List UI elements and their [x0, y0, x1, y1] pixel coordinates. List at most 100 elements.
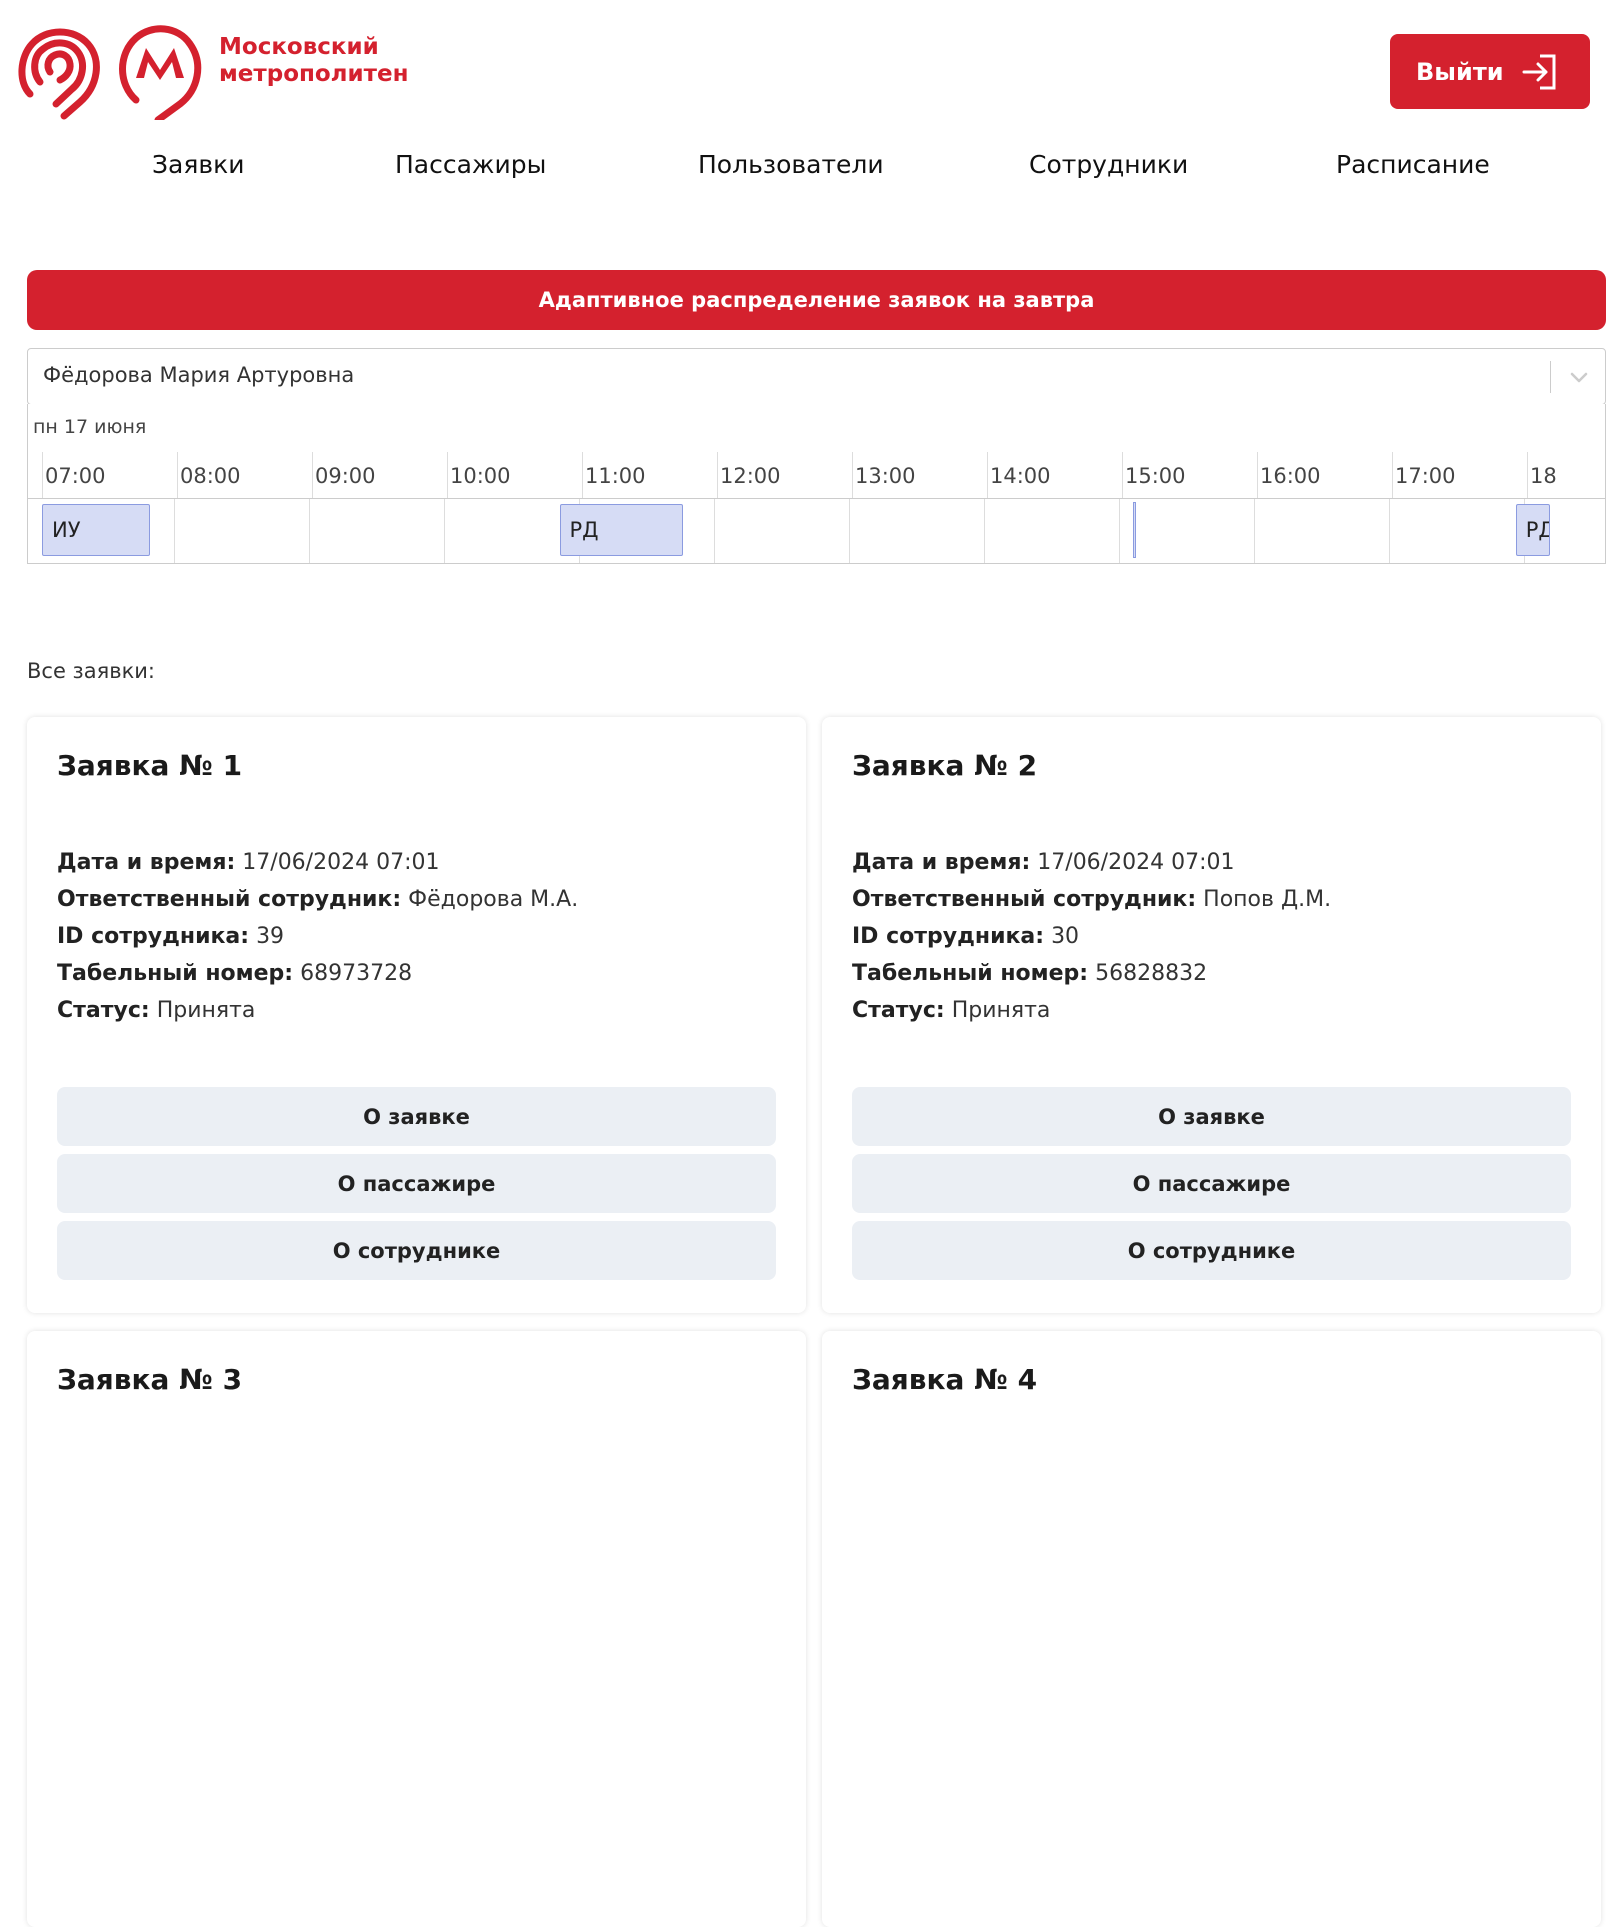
- request-field-tab-number: Табельный номер: 56828832: [852, 955, 1331, 992]
- metro-logo-icon: [18, 28, 100, 120]
- timeline-hour-tick: [1527, 452, 1528, 499]
- timeline-grid-line: [309, 499, 310, 563]
- timeline-event[interactable]: РД: [559, 504, 684, 556]
- about-request-button[interactable]: О заявке: [852, 1087, 1571, 1146]
- timeline-hour-label: 15:00: [1125, 464, 1186, 488]
- field-value: Принята: [951, 998, 1051, 1023]
- request-field-employee: Ответственный сотрудник: Фёдорова М.А.: [57, 881, 578, 918]
- timeline-hour-tick: [1257, 452, 1258, 499]
- nav-item-employees[interactable]: Сотрудники: [1029, 150, 1188, 179]
- employee-select-value: Фёдорова Мария Артуровна: [43, 363, 355, 387]
- about-employee-button[interactable]: О сотруднике: [57, 1221, 776, 1280]
- timeline-grid-line: [984, 499, 985, 563]
- request-card: Заявка № 4: [822, 1331, 1601, 1927]
- timeline-hour-tick: [582, 452, 583, 499]
- timeline-hour-label: 10:00: [450, 464, 511, 488]
- timeline-date: пн 17 июня: [33, 416, 147, 438]
- timeline-hour-tick: [312, 452, 313, 499]
- timeline-grid-line: [1119, 499, 1120, 563]
- timeline-grid-line: [849, 499, 850, 563]
- timeline-grid-line: [714, 499, 715, 563]
- timeline-hour-label: 08:00: [180, 464, 241, 488]
- request-details: Дата и время: 17/06/2024 07:01 Ответствен…: [852, 844, 1331, 1029]
- timeline-hour-tick: [447, 452, 448, 499]
- adaptive-distribution-button[interactable]: Адаптивное распределение заявок на завтр…: [27, 270, 1606, 330]
- brand-line1: Московский: [219, 34, 379, 60]
- chevron-down-icon[interactable]: [1567, 365, 1591, 389]
- metro-m-icon: [119, 25, 202, 120]
- field-label: Ответственный сотрудник:: [852, 887, 1197, 912]
- field-label: Дата и время:: [57, 850, 236, 875]
- timeline-hour-label: 11:00: [585, 464, 646, 488]
- request-field-employee-id: ID сотрудника: 30: [852, 918, 1331, 955]
- timeline-hour-tick: [177, 452, 178, 499]
- field-label: Табельный номер:: [852, 961, 1089, 986]
- field-value: 56828832: [1095, 961, 1208, 986]
- timeline-hour-tick: [717, 452, 718, 499]
- nav-item-schedule[interactable]: Расписание: [1336, 150, 1490, 179]
- schedule-timeline: пн 17 июня 07:00 08:00 09:00 10:00 11:00 12:0…: [27, 404, 1606, 564]
- nav-item-passengers[interactable]: Пассажиры: [395, 150, 546, 179]
- timeline-hour-tick: [1122, 452, 1123, 499]
- request-title: Заявка № 3: [57, 1363, 243, 1396]
- request-card: Заявка № 1 Дата и время: 17/06/2024 07:01…: [27, 717, 806, 1313]
- nav-item-users[interactable]: Пользователи: [698, 150, 884, 179]
- main-nav: Заявки Пассажиры Пользователи Сотрудники…: [0, 150, 1620, 190]
- request-details: Дата и время: 17/06/2024 07:01 Ответствен…: [57, 844, 578, 1029]
- current-time-marker: [1133, 502, 1136, 558]
- field-label: Статус:: [57, 998, 150, 1023]
- request-field-employee-id: ID сотрудника: 39: [57, 918, 578, 955]
- brand-line2: метрополитен: [219, 61, 409, 87]
- field-label: ID сотрудника:: [852, 924, 1045, 949]
- timeline-hour-tick: [852, 452, 853, 499]
- employee-select[interactable]: Фёдорова Мария Артуровна: [27, 348, 1606, 405]
- request-title: Заявка № 1: [57, 749, 243, 782]
- about-request-button[interactable]: О заявке: [57, 1087, 776, 1146]
- field-value: Попов Д.М.: [1203, 887, 1332, 912]
- field-label: Табельный номер:: [57, 961, 294, 986]
- brand-name: Московский метрополитен: [219, 34, 408, 88]
- timeline-divider: [28, 498, 1605, 499]
- field-label: Ответственный сотрудник:: [57, 887, 402, 912]
- timeline-hour-labels: 07:00 08:00 09:00 10:00 11:00 12:00 13:00 14:00…: [28, 452, 1605, 499]
- timeline-grid-line: [1254, 499, 1255, 563]
- request-field-status: Статус: Принята: [852, 992, 1331, 1029]
- about-employee-button[interactable]: О сотруднике: [852, 1221, 1571, 1280]
- timeline-grid-line: [444, 499, 445, 563]
- timeline-event[interactable]: ИУ: [42, 504, 150, 556]
- field-value: 39: [256, 924, 285, 949]
- timeline-event[interactable]: РД: [1515, 504, 1550, 556]
- field-label: Статус:: [852, 998, 945, 1023]
- timeline-hour-label: 09:00: [315, 464, 376, 488]
- logout-icon: [1522, 54, 1556, 90]
- request-field-datetime: Дата и время: 17/06/2024 07:01: [57, 844, 578, 881]
- request-card: Заявка № 2 Дата и время: 17/06/2024 07:01…: [822, 717, 1601, 1313]
- select-separator: [1550, 361, 1551, 393]
- timeline-grid-line: [174, 499, 175, 563]
- about-passenger-button[interactable]: О пассажире: [852, 1154, 1571, 1213]
- field-value: 68973728: [300, 961, 413, 986]
- about-passenger-button[interactable]: О пассажире: [57, 1154, 776, 1213]
- request-card: Заявка № 3: [27, 1331, 806, 1927]
- nav-item-requests[interactable]: Заявки: [152, 150, 244, 179]
- field-value: Принята: [156, 998, 256, 1023]
- timeline-hour-tick: [42, 452, 43, 499]
- request-field-employee: Ответственный сотрудник: Попов Д.М.: [852, 881, 1331, 918]
- field-label: Дата и время:: [852, 850, 1031, 875]
- request-field-tab-number: Табельный номер: 68973728: [57, 955, 578, 992]
- timeline-grid-line: [1389, 499, 1390, 563]
- timeline-hour-tick: [987, 452, 988, 499]
- field-value: 17/06/2024 07:01: [1037, 850, 1235, 875]
- timeline-hour-label: 12:00: [720, 464, 781, 488]
- field-value: 17/06/2024 07:01: [242, 850, 440, 875]
- timeline-hour-label: 16:00: [1260, 464, 1321, 488]
- request-field-status: Статус: Принята: [57, 992, 578, 1029]
- logout-label: Выйти: [1416, 57, 1504, 86]
- timeline-hour-label: 17:00: [1395, 464, 1456, 488]
- timeline-hour-label: 18: [1530, 464, 1557, 488]
- timeline-hour-label: 14:00: [990, 464, 1051, 488]
- all-requests-label: Все заявки:: [27, 659, 155, 683]
- logout-button[interactable]: Выйти: [1390, 34, 1590, 109]
- request-field-datetime: Дата и время: 17/06/2024 07:01: [852, 844, 1331, 881]
- field-value: Фёдорова М.А.: [408, 887, 579, 912]
